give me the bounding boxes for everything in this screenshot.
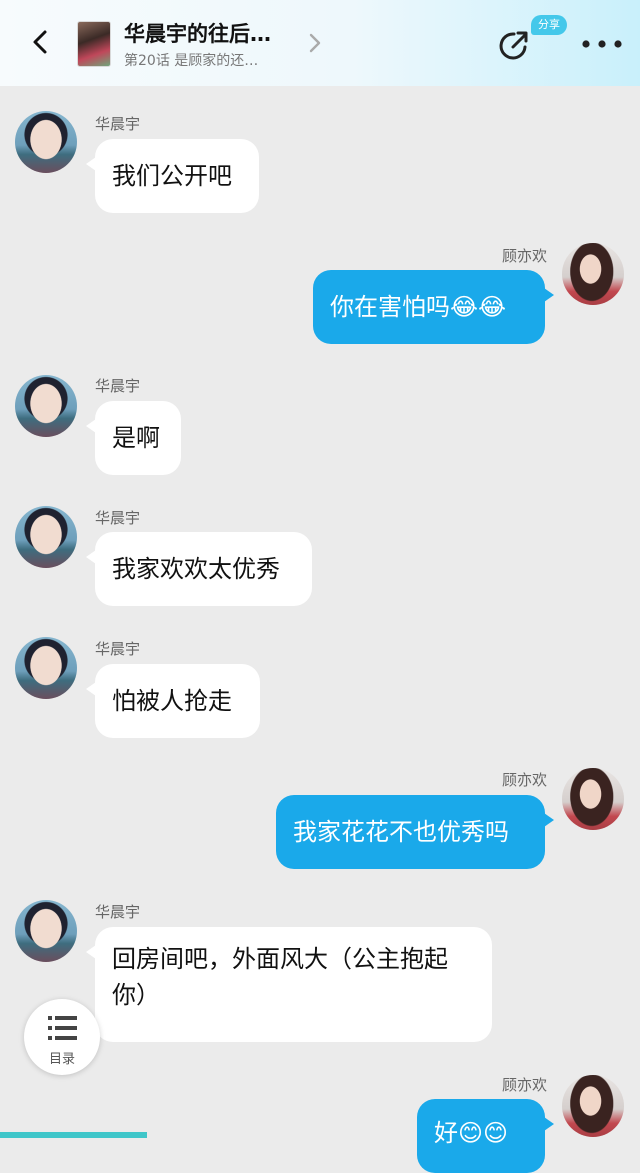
avatar-hua-chenyu[interactable] bbox=[15, 637, 77, 699]
chevron-right-icon[interactable] bbox=[304, 31, 326, 55]
message-bubble: 回房间吧，外面风大（公主抱起你） bbox=[86, 927, 492, 1042]
sender-name: 华晨宇 bbox=[95, 903, 141, 921]
share-badge[interactable]: 分享 bbox=[531, 15, 567, 35]
sender-name: 华晨宇 bbox=[95, 509, 141, 527]
sender-name: 顾亦欢 bbox=[502, 247, 548, 265]
sender-name: 顾亦欢 bbox=[502, 1076, 548, 1094]
page-title[interactable]: 华晨宇的往后… bbox=[124, 18, 314, 48]
avatar-hua-chenyu[interactable] bbox=[15, 111, 77, 173]
chevron-left-icon bbox=[33, 30, 47, 54]
sender-name: 华晨宇 bbox=[95, 115, 141, 133]
comic-cover-thumbnail[interactable] bbox=[77, 21, 111, 67]
toc-label: 目录 bbox=[48, 1052, 75, 1067]
avatar-gu-yihuan[interactable] bbox=[562, 243, 624, 305]
sender-name: 顾亦欢 bbox=[502, 771, 548, 789]
episode-subtitle[interactable]: 第20话 是顾家的还… bbox=[124, 50, 314, 70]
more-horizontal-icon[interactable] bbox=[580, 38, 624, 50]
share-icon[interactable] bbox=[496, 26, 534, 64]
top-bar: 华晨宇的往后… 第20话 是顾家的还… 分享 bbox=[0, 0, 640, 86]
avatar-gu-yihuan[interactable] bbox=[562, 768, 624, 830]
message-bubble: 我家花花不也优秀吗 bbox=[276, 795, 554, 869]
message-bubble: 是啊 bbox=[86, 401, 181, 475]
toc-button[interactable]: 目录 bbox=[24, 999, 100, 1075]
avatar-hua-chenyu[interactable] bbox=[15, 375, 77, 437]
sender-name: 华晨宇 bbox=[95, 640, 141, 658]
avatar-hua-chenyu[interactable] bbox=[15, 506, 77, 568]
sender-name: 华晨宇 bbox=[95, 377, 141, 395]
back-button[interactable] bbox=[22, 22, 58, 62]
reading-progress-fill bbox=[0, 1132, 148, 1138]
message-bubble: 我家欢欢太优秀 bbox=[86, 532, 312, 606]
message-bubble: 怕被人抢走 bbox=[86, 664, 260, 738]
reading-progress-bar bbox=[0, 1132, 640, 1138]
message-bubble: 你在害怕吗😂😂 bbox=[313, 270, 554, 344]
message-bubble: 我们公开吧 bbox=[86, 139, 259, 213]
list-icon bbox=[48, 1016, 77, 1040]
avatar-hua-chenyu[interactable] bbox=[15, 900, 77, 962]
avatar-gu-yihuan[interactable] bbox=[562, 1075, 624, 1137]
